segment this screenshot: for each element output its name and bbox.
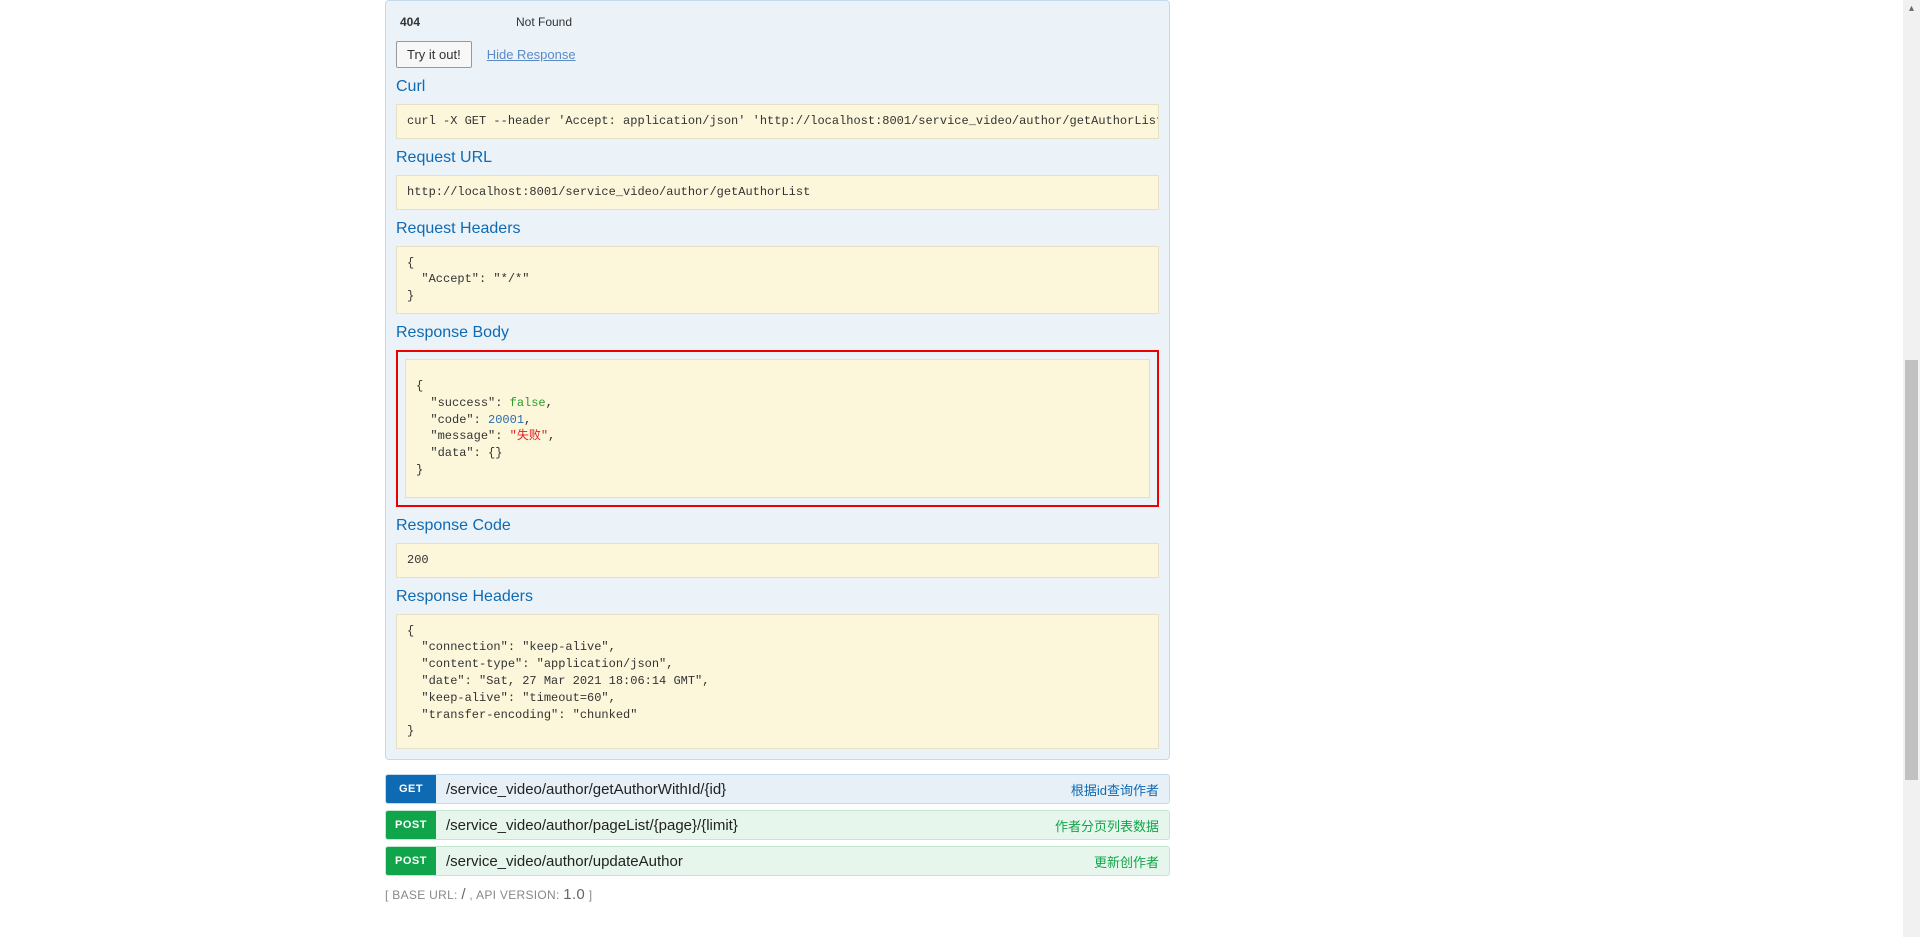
curl-heading: Curl — [396, 78, 1159, 96]
endpoint-path: /service_video/author/getAuthorWithId/{i… — [436, 775, 1071, 803]
scrollbar-thumb[interactable] — [1905, 360, 1918, 780]
api-footer: [ BASE URL: / , API VERSION: 1.0 ] — [385, 886, 1170, 903]
endpoint-desc: 根据id查询作者 — [1071, 775, 1169, 803]
endpoint-row-get-author-with-id[interactable]: GET /service_video/author/getAuthorWithI… — [385, 774, 1170, 804]
json-val-data: {} — [488, 446, 502, 460]
endpoint-row-page-list[interactable]: POST /service_video/author/pageList/{pag… — [385, 810, 1170, 840]
api-version-value: 1.0 — [563, 886, 585, 903]
vertical-scrollbar[interactable]: ▴ — [1903, 0, 1920, 937]
request-headers-heading: Request Headers — [396, 220, 1159, 238]
endpoint-row-update-author[interactable]: POST /service_video/author/updateAuthor … — [385, 846, 1170, 876]
status-row: 404 Not Found — [396, 11, 1159, 33]
hide-response-link[interactable]: Hide Response — [487, 47, 576, 62]
request-headers-block: { "Accept": "*/*" } — [396, 246, 1159, 314]
json-val-success: false — [510, 396, 546, 410]
method-badge-post: POST — [386, 847, 436, 875]
response-code-heading: Response Code — [396, 517, 1159, 535]
json-key-message: "message" — [430, 429, 495, 443]
response-headers-heading: Response Headers — [396, 588, 1159, 606]
endpoint-path: /service_video/author/updateAuthor — [436, 847, 1094, 875]
json-val-code: 20001 — [488, 413, 524, 427]
status-desc: Not Found — [458, 15, 572, 29]
base-url-label: BASE URL: — [392, 888, 457, 902]
json-key-data: "data" — [430, 446, 473, 460]
response-body-heading: Response Body — [396, 324, 1159, 342]
scroll-up-icon[interactable]: ▴ — [1903, 0, 1920, 17]
try-it-out-button[interactable]: Try it out! — [396, 41, 472, 68]
response-headers-block: { "connection": "keep-alive", "content-t… — [396, 614, 1159, 750]
api-version-label: API VERSION: — [476, 888, 560, 902]
request-url-heading: Request URL — [396, 149, 1159, 167]
base-url-value: / — [461, 886, 465, 903]
json-val-message: "失败" — [510, 429, 548, 443]
endpoint-path: /service_video/author/pageList/{page}/{l… — [436, 811, 1055, 839]
status-code: 404 — [396, 15, 458, 29]
request-url-block: http://localhost:8001/service_video/auth… — [396, 175, 1159, 210]
operation-panel: 404 Not Found Try it out! Hide Response … — [385, 0, 1170, 760]
response-code-block: 200 — [396, 543, 1159, 578]
method-badge-get: GET — [386, 775, 436, 803]
endpoint-desc: 作者分页列表数据 — [1055, 811, 1169, 839]
response-body-highlight: { "success": false, "code": 20001, "mess… — [396, 350, 1159, 507]
action-row: Try it out! Hide Response — [396, 41, 1159, 68]
endpoint-desc: 更新创作者 — [1094, 847, 1169, 875]
method-badge-post: POST — [386, 811, 436, 839]
curl-block: curl -X GET --header 'Accept: applicatio… — [396, 104, 1159, 139]
response-body-block: { "success": false, "code": 20001, "mess… — [405, 359, 1150, 498]
json-key-code: "code" — [430, 413, 473, 427]
json-key-success: "success" — [430, 396, 495, 410]
